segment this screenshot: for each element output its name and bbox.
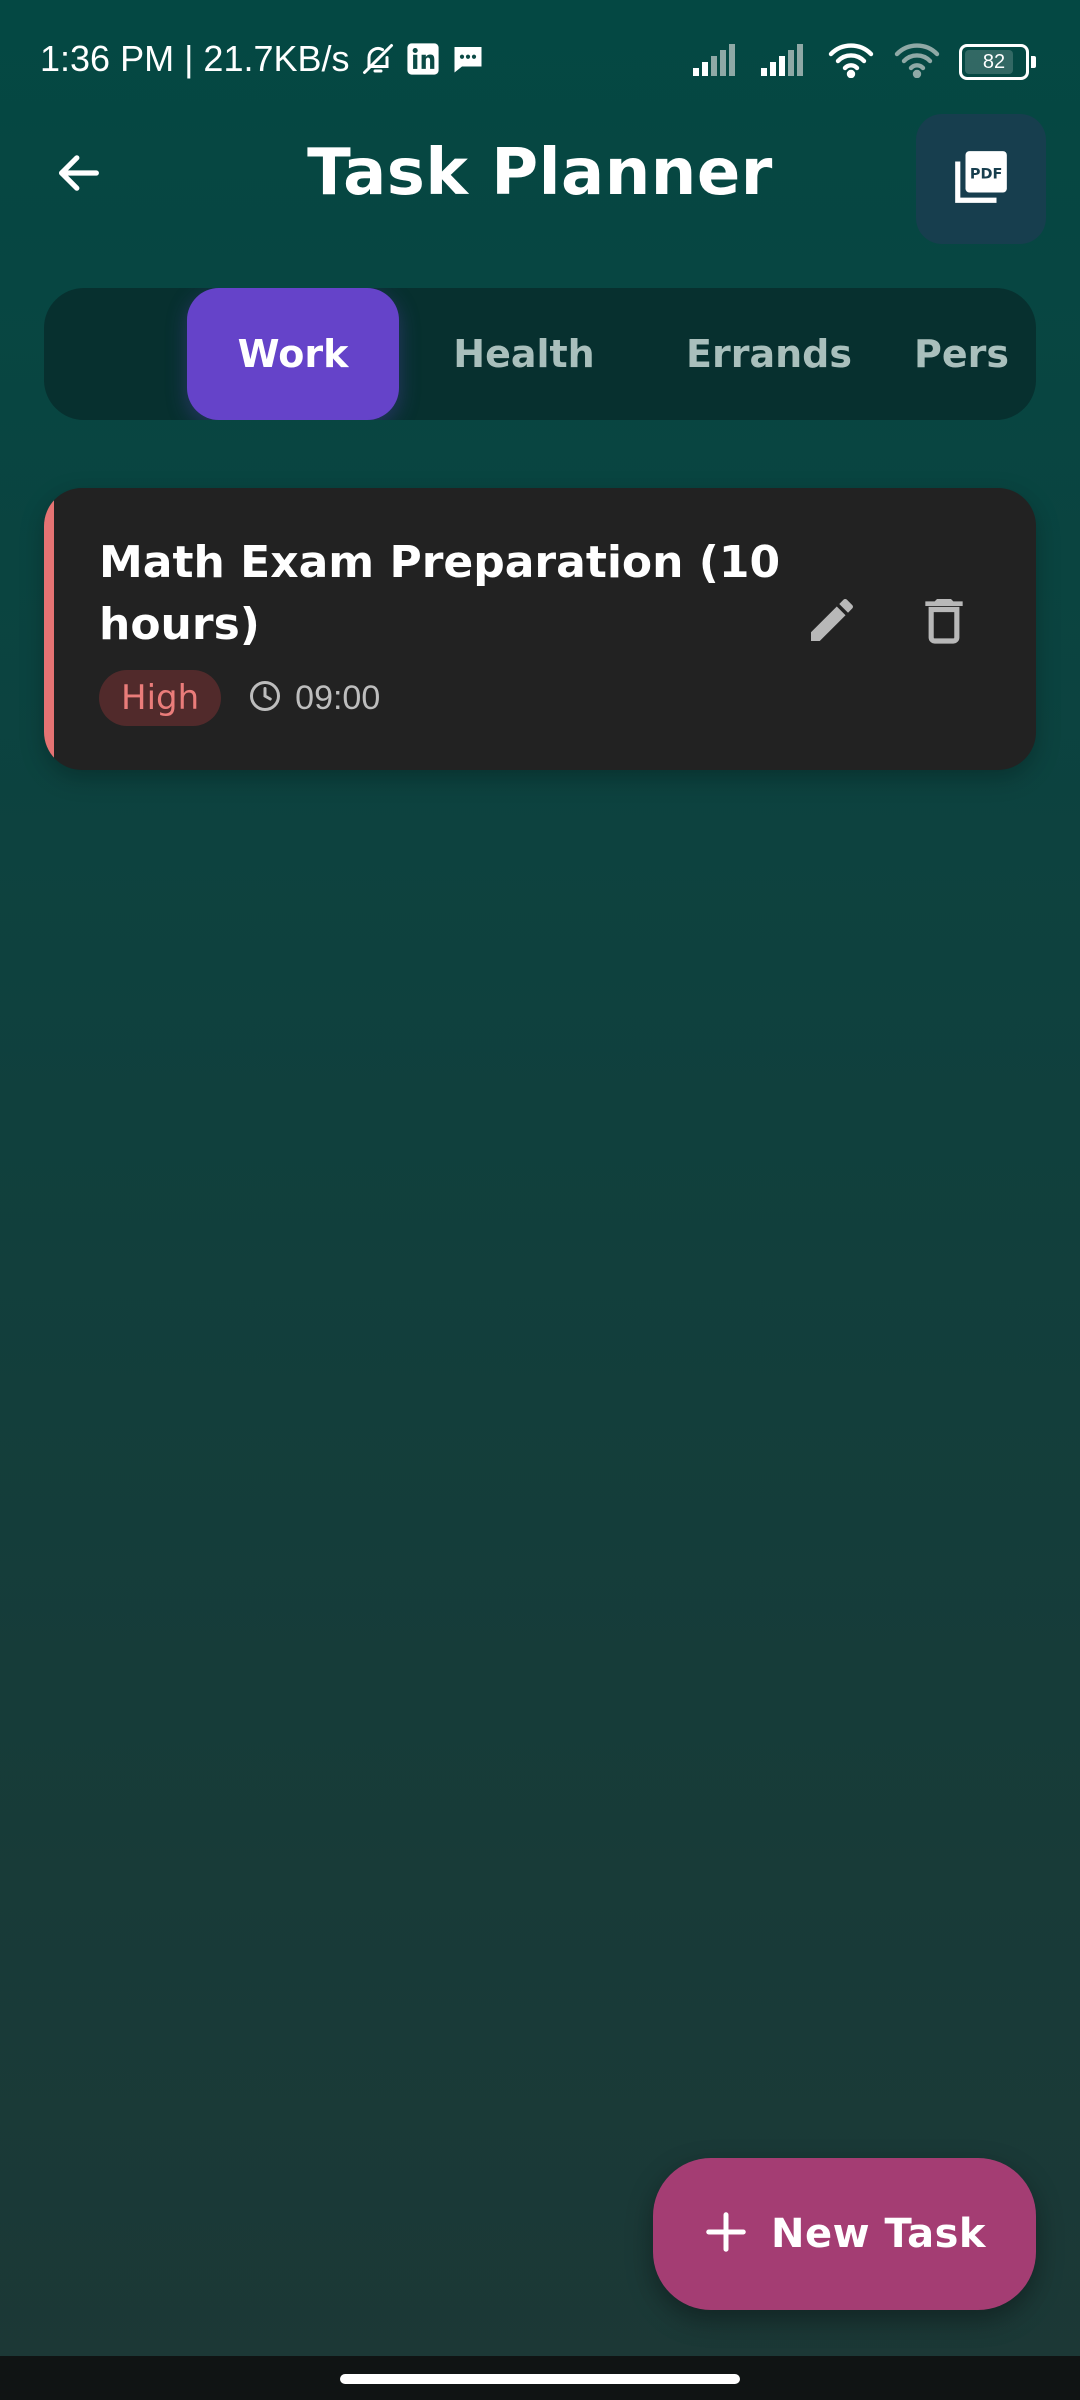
task-time: 09:00 bbox=[295, 678, 381, 717]
linkedin-icon bbox=[406, 42, 440, 76]
delete-task-button[interactable] bbox=[906, 584, 982, 660]
pencil-icon bbox=[804, 592, 860, 652]
plus-icon bbox=[703, 2209, 749, 2259]
status-time: 1:36 PM | 21.7KB/s bbox=[40, 38, 350, 79]
home-indicator[interactable] bbox=[340, 2374, 740, 2384]
battery-tip bbox=[1031, 56, 1036, 68]
tab-personal[interactable]: Pers bbox=[914, 288, 1036, 420]
tab-work[interactable]: Work bbox=[187, 288, 399, 420]
priority-accent-bar bbox=[44, 488, 54, 770]
tab-health[interactable]: Health bbox=[424, 288, 624, 420]
message-icon bbox=[450, 41, 486, 77]
clock-icon bbox=[247, 678, 283, 718]
trash-icon bbox=[916, 592, 972, 652]
wifi-icon bbox=[893, 42, 941, 82]
svg-text:PDF: PDF bbox=[970, 167, 1002, 183]
signal-icon bbox=[691, 44, 741, 80]
tab-label: Errands bbox=[686, 332, 852, 376]
tab-label: Pers bbox=[914, 332, 1009, 376]
pdf-icon: PDF bbox=[950, 146, 1012, 212]
bell-off-icon bbox=[360, 41, 396, 77]
new-task-label: New Task bbox=[770, 2211, 986, 2257]
category-tabs: Work Health Errands Pers bbox=[44, 288, 1036, 420]
tab-errands[interactable]: Errands bbox=[644, 288, 894, 420]
task-title: Math Exam Preparation (10 hours) bbox=[99, 537, 781, 650]
task-card[interactable]: Math Exam Preparation (10 hours) High 09… bbox=[44, 488, 1036, 770]
status-right: 82 bbox=[691, 42, 1036, 82]
new-task-button[interactable]: New Task bbox=[653, 2158, 1036, 2310]
tab-label: Work bbox=[237, 332, 349, 376]
navigation-bar bbox=[0, 2356, 1080, 2400]
task-time-group: 09:00 bbox=[247, 678, 380, 718]
wifi-icon bbox=[827, 42, 875, 82]
battery: 82 bbox=[959, 44, 1029, 80]
signal-icon bbox=[759, 44, 809, 80]
task-meta: High 09:00 bbox=[99, 670, 380, 726]
battery-icon: 82 bbox=[959, 44, 1036, 80]
pdf-export-button[interactable]: PDF bbox=[916, 114, 1046, 244]
status-bar: 1:36 PM | 21.7KB/s 82 bbox=[0, 0, 1080, 120]
status-left: 1:36 PM | 21.7KB/s bbox=[40, 38, 486, 80]
edit-task-button[interactable] bbox=[794, 584, 870, 660]
tab-label: Health bbox=[453, 332, 595, 376]
priority-badge: High bbox=[99, 670, 222, 726]
battery-level: 82 bbox=[982, 50, 1006, 73]
